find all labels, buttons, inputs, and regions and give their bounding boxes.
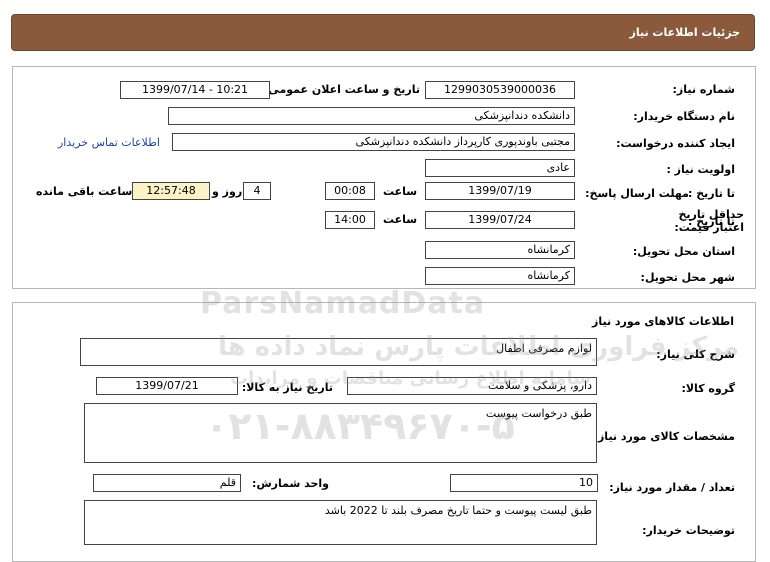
validity-time-field[interactable]: 14:00	[325, 211, 375, 229]
buyer-notes-label: توضیحات خریدار:	[642, 524, 735, 537]
deadline-time-field[interactable]: 00:08	[325, 182, 375, 200]
specs-field[interactable]: طبق درخواست پیوست	[84, 403, 597, 463]
general-desc-label: شرح کلی نیاز:	[656, 348, 735, 361]
creator-field[interactable]: مجتبی باوندپوری کارپرداز دانشکده دندانپز…	[172, 133, 575, 151]
unit-field[interactable]: قلم	[93, 474, 241, 492]
deadline-to-date-label: تا تاریخ :	[688, 187, 735, 200]
quantity-label: تعداد / مقدار مورد نیاز:	[609, 481, 735, 494]
buyer-field[interactable]: دانشکده دندانپزشکی	[168, 107, 575, 125]
buyer-notes-field[interactable]: طبق لیست پیوست و حتما تاریخ مصرف بلند تا…	[84, 500, 597, 545]
general-desc-field[interactable]: لوازم مصرفی اطفال	[80, 338, 597, 366]
goods-group-label: گروه کالا:	[681, 382, 735, 395]
city-label: شهر محل تحویل:	[640, 271, 735, 284]
announce-label: تاریخ و ساعت اعلان عمومی:	[263, 83, 420, 96]
page-header: جزئیات اطلاعات نیاز	[11, 14, 755, 51]
page-title: جزئیات اطلاعات نیاز	[629, 26, 741, 39]
buyer-label: نام دستگاه خریدار:	[633, 110, 735, 123]
unit-label: واحد شمارش:	[252, 477, 329, 490]
days-remaining-field[interactable]: 4	[243, 182, 271, 200]
need-date-label: تاریخ نیاز به کالا:	[241, 381, 333, 394]
need-number-label: شماره نیاز:	[672, 83, 735, 96]
specs-label: مشخصات کالای مورد نیاز:	[593, 430, 735, 443]
priority-field[interactable]: عادی	[425, 159, 575, 177]
goods-section-title: اطلاعات کالاهای مورد نیاز	[592, 315, 734, 328]
quantity-field[interactable]: 10	[450, 474, 598, 492]
buyer-contact-link[interactable]: اطلاعات تماس خریدار	[58, 136, 160, 149]
need-date-field[interactable]: 1399/07/21	[96, 377, 238, 395]
city-field[interactable]: کرمانشاه	[425, 267, 575, 285]
priority-label: اولویت نیاز :	[666, 163, 735, 176]
need-number-field[interactable]: 1299030539000036	[425, 81, 575, 99]
days-label: روز و	[212, 185, 243, 198]
province-label: استان محل تحویل:	[632, 245, 735, 258]
remaining-time-field[interactable]: 12:57:48	[132, 182, 210, 200]
validity-date-field[interactable]: 1399/07/24	[425, 211, 575, 229]
remaining-label: ساعت باقی مانده	[36, 185, 133, 198]
announce-field[interactable]: 1399/07/14 - 10:21	[120, 81, 270, 99]
validity-time-label: ساعت	[383, 213, 418, 226]
deadline-time-label: ساعت	[383, 185, 418, 198]
province-field[interactable]: کرمانشاه	[425, 241, 575, 259]
deadline-date-field[interactable]: 1399/07/19	[425, 182, 575, 200]
validity-to-date-label: تا تاریخ :	[688, 215, 735, 228]
deadline-label: مهلت ارسال پاسخ:	[585, 187, 689, 200]
creator-label: ایجاد کننده درخواست:	[616, 137, 735, 150]
goods-group-field[interactable]: دارو، پزشکی و سلامت	[347, 377, 597, 395]
